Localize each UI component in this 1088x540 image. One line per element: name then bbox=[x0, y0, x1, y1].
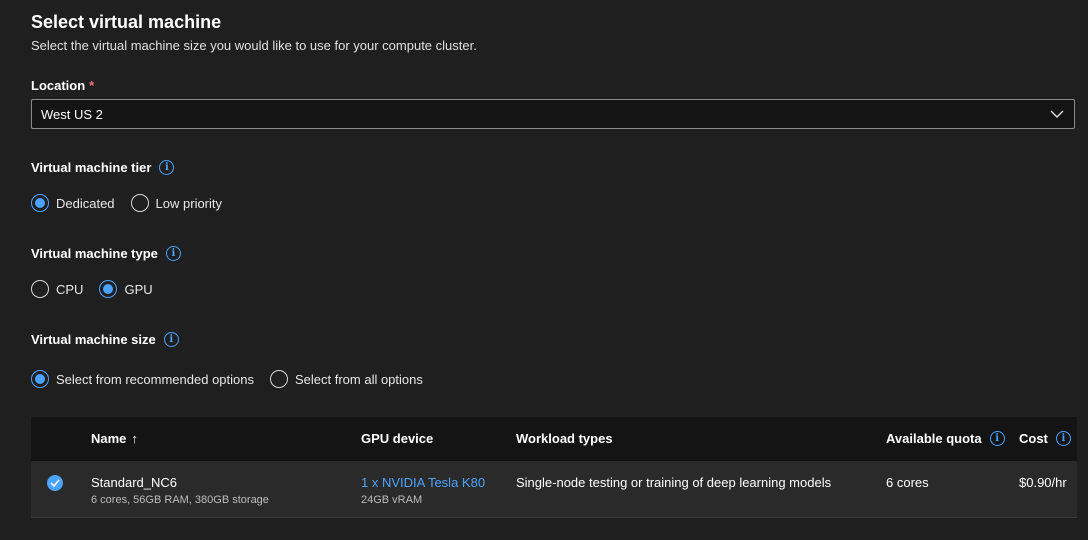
radio-circle-selected[interactable] bbox=[99, 280, 118, 298]
radio-gpu[interactable]: GPU bbox=[99, 280, 153, 298]
vm-specs: 6 cores, 56GB RAM, 380GB storage bbox=[91, 494, 269, 506]
cell-gpu: 1 x NVIDIA Tesla K80 24GB vRAM bbox=[361, 475, 485, 506]
column-header-gpu-text: GPU device bbox=[361, 431, 434, 446]
radio-label: CPU bbox=[56, 281, 84, 297]
vm-selection-panel: Select virtual machine Select the virtua… bbox=[0, 0, 1088, 540]
info-icon[interactable]: i bbox=[989, 431, 1005, 446]
vm-tier-radio-group: Dedicated Low priority bbox=[31, 194, 238, 212]
vm-size-label: Virtual machine size i bbox=[31, 332, 179, 347]
radio-all-options[interactable]: Select from all options bbox=[269, 370, 423, 388]
required-asterisk: * bbox=[89, 78, 95, 93]
cell-name: Standard_NC6 6 cores, 56GB RAM, 380GB st… bbox=[91, 475, 269, 506]
column-header-gpu[interactable]: GPU device bbox=[361, 431, 433, 446]
radio-label: Select from all options bbox=[294, 371, 423, 387]
checkmark-circle-icon[interactable] bbox=[47, 475, 63, 491]
column-header-quota-text: Available quota bbox=[886, 431, 982, 446]
info-icon[interactable]: i bbox=[159, 160, 175, 175]
vm-size-table: Name ↑ GPU device Workload types Availab… bbox=[31, 417, 1077, 518]
radio-label: Select from recommended options bbox=[56, 371, 254, 387]
cell-cost: $0.90/hr bbox=[1019, 475, 1067, 490]
column-header-workload-text: Workload types bbox=[516, 431, 613, 446]
column-header-name[interactable]: Name ↑ bbox=[91, 431, 138, 446]
radio-circle[interactable] bbox=[130, 194, 149, 212]
radio-recommended-options[interactable]: Select from recommended options bbox=[31, 370, 254, 388]
location-dropdown[interactable]: West US 2 bbox=[31, 99, 1075, 129]
vm-size-label-text: Virtual machine size bbox=[31, 332, 156, 347]
column-header-cost[interactable]: Cost i bbox=[1019, 431, 1071, 446]
vm-type-label-text: Virtual machine type bbox=[31, 246, 158, 261]
radio-circle-selected[interactable] bbox=[31, 194, 49, 212]
location-label-text: Location bbox=[31, 78, 86, 93]
radio-circle-selected[interactable] bbox=[31, 370, 49, 388]
gpu-vram: 24GB vRAM bbox=[361, 494, 423, 506]
info-icon[interactable]: i bbox=[165, 246, 181, 261]
cell-quota: 6 cores bbox=[886, 475, 929, 490]
vm-size-radio-group: Select from recommended options Select f… bbox=[31, 370, 439, 388]
column-header-cost-text: Cost bbox=[1019, 431, 1048, 446]
table-header: Name ↑ GPU device Workload types Availab… bbox=[31, 417, 1077, 461]
checkmark-icon bbox=[50, 479, 60, 487]
radio-low-priority[interactable]: Low priority bbox=[130, 194, 223, 212]
radio-cpu[interactable]: CPU bbox=[31, 280, 83, 298]
table-row[interactable]: Standard_NC6 6 cores, 56GB RAM, 380GB st… bbox=[31, 461, 1077, 518]
radio-label: GPU bbox=[124, 281, 153, 297]
radio-label: Dedicated bbox=[56, 195, 115, 211]
column-header-name-text: Name bbox=[91, 431, 127, 446]
radio-circle[interactable] bbox=[269, 370, 288, 388]
sort-ascending-icon: ↑ bbox=[131, 431, 138, 446]
column-header-workload[interactable]: Workload types bbox=[516, 431, 613, 446]
vm-tier-label-text: Virtual machine tier bbox=[31, 160, 152, 175]
info-icon[interactable]: i bbox=[1055, 431, 1071, 446]
vm-tier-label: Virtual machine tier i bbox=[31, 160, 175, 175]
location-label: Location * bbox=[31, 78, 94, 93]
cell-workload: Single-node testing or training of deep … bbox=[516, 475, 832, 490]
radio-circle[interactable] bbox=[31, 280, 49, 298]
page-subtitle: Select the virtual machine size you woul… bbox=[31, 38, 477, 53]
page-title: Select virtual machine bbox=[31, 12, 222, 32]
gpu-device-link[interactable]: 1 x NVIDIA Tesla K80 bbox=[361, 475, 485, 490]
vm-name: Standard_NC6 bbox=[91, 475, 177, 490]
info-icon[interactable]: i bbox=[163, 332, 179, 347]
vm-type-radio-group: CPU GPU bbox=[31, 280, 169, 298]
location-dropdown-value: West US 2 bbox=[41, 106, 103, 122]
column-header-quota[interactable]: Available quota i bbox=[886, 431, 1005, 446]
radio-label: Low priority bbox=[155, 195, 223, 211]
vm-type-label: Virtual machine type i bbox=[31, 246, 181, 261]
radio-dedicated[interactable]: Dedicated bbox=[31, 194, 115, 212]
chevron-down-icon bbox=[1050, 110, 1064, 118]
